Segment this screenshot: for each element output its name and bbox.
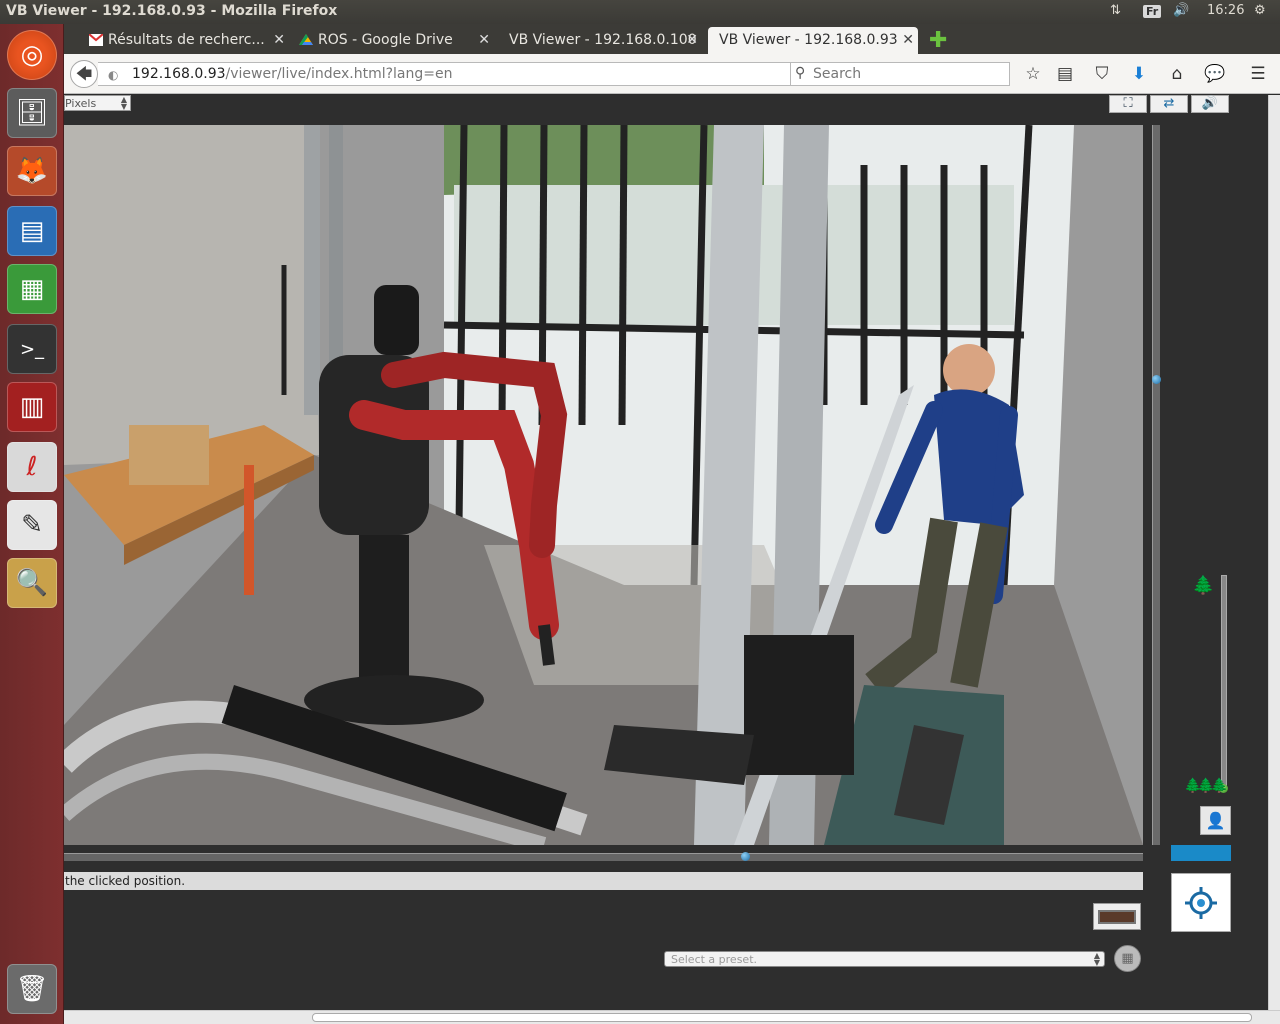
layout-button[interactable] (1093, 903, 1141, 930)
pan-slider[interactable] (64, 852, 1143, 861)
clock[interactable]: 16:26 (1207, 3, 1244, 18)
tilt-slider-knob[interactable] (1152, 375, 1161, 384)
file-manager-icon[interactable]: 🗄 (7, 88, 57, 138)
fullscreen-button[interactable]: ⛶ (1109, 95, 1147, 113)
close-tab-icon[interactable]: ✕ (686, 32, 698, 48)
horizontal-scrollbar[interactable] (64, 1010, 1280, 1024)
url-path: /viewer/live/index.html?lang=en (225, 66, 453, 82)
control-bar[interactable] (1171, 845, 1231, 861)
bookmark-star-icon[interactable]: ☆ (1022, 64, 1044, 84)
preset-placeholder: Select a preset. (671, 953, 758, 966)
vertical-scrollbar[interactable] (1268, 95, 1280, 1010)
viewer-page: Pixels ▲ ▼ ⛶ ⇄ 🔊 the clicked position. 🌲… (64, 95, 1268, 1010)
writer-icon[interactable]: ▤ (7, 206, 57, 256)
calc-icon[interactable]: ▦ (7, 264, 57, 314)
tab-label: VB Viewer - 192.168.0.100 (509, 32, 697, 48)
layout-icon (1098, 909, 1136, 924)
keyboard-layout-indicator[interactable]: Fr (1143, 5, 1162, 18)
url-host: 192.168.0.93 (132, 66, 226, 82)
status-message: the clicked position. (64, 872, 1143, 890)
tab-label: VB Viewer - 192.168.0.93 (719, 32, 898, 48)
network-icon[interactable]: ⇅ (1110, 3, 1121, 18)
horizontal-scroll-thumb[interactable] (312, 1013, 1252, 1022)
size-select-value: Pixels (65, 97, 97, 110)
wide-trees-icon: 🌲🌲🌲 (1184, 778, 1228, 794)
image-viewer-icon[interactable]: 🔍 (7, 558, 57, 608)
pocket-icon[interactable]: ⛉ (1091, 64, 1113, 84)
zoom-slider[interactable] (1219, 575, 1228, 793)
preset-select[interactable]: Select a preset. ▲ ▼ (664, 951, 1105, 967)
search-input[interactable]: ⚲ Search (790, 62, 1010, 86)
window-title: VB Viewer - 192.168.0.93 - Mozilla Firef… (6, 3, 338, 19)
volume-icon[interactable]: 🔊 (1173, 3, 1189, 18)
swap-icon: ⇄ (1163, 96, 1175, 111)
swap-button[interactable]: ⇄ (1150, 95, 1188, 113)
preset-go-button[interactable]: ▦ (1114, 945, 1141, 972)
trash-icon[interactable]: 🗑 (7, 964, 57, 1014)
tab-label: Résultats de recherc... (108, 32, 265, 48)
fullscreen-icon: ⛶ (1123, 96, 1133, 111)
speaker-icon: 🔊 (1201, 96, 1219, 111)
ubuntu-dash-icon[interactable]: ◎ (7, 30, 57, 80)
tab-label: ROS - Google Drive (318, 32, 453, 48)
power-icon[interactable]: ⚙ (1254, 3, 1266, 18)
tab-bar: Résultats de recherc... ✕ ROS - Google Dr… (64, 24, 1280, 54)
chevron-updown-icon: ▲ ▼ (120, 95, 127, 111)
backlight-button[interactable]: 👤 (1200, 806, 1231, 835)
new-tab-button[interactable]: ✚ (929, 28, 947, 53)
live-video[interactable] (64, 125, 1143, 845)
search-placeholder: Search (813, 66, 862, 82)
downloads-icon[interactable]: ⬇ (1128, 64, 1150, 84)
launcher: ◎ 🗄 🦊 ▤ ▦ >_ ▥ ℓ ✎ 🔍 🗑 (0, 24, 64, 1024)
tab-vb-viewer-93[interactable]: VB Viewer - 192.168.0.93 ✕ (708, 27, 918, 54)
size-select[interactable]: Pixels ▲ ▼ (64, 95, 131, 111)
url-bar[interactable]: ◐ 192.168.0.93/viewer/live/index.html?la… (98, 62, 852, 86)
home-icon[interactable]: ⌂ (1166, 64, 1188, 84)
tilt-slider[interactable] (1152, 125, 1161, 845)
close-tab-icon[interactable]: ✕ (902, 32, 914, 48)
bookmarks-menu-icon[interactable]: ▤ (1054, 64, 1076, 84)
close-tab-icon[interactable]: ✕ (273, 32, 285, 48)
camera-feed-image (64, 125, 1143, 845)
back-button[interactable]: 🡄 (70, 60, 98, 88)
terminal-icon[interactable]: >_ (7, 324, 57, 374)
reader-icon[interactable]: ℓ (7, 442, 57, 492)
tele-tree-icon: 🌲 (1192, 575, 1215, 596)
tab-gmail[interactable]: Résultats de recherc... ✕ (84, 27, 289, 54)
tab-drive[interactable]: ROS - Google Drive ✕ (294, 27, 494, 54)
system-top-bar: VB Viewer - 192.168.0.93 - Mozilla Firef… (0, 0, 1280, 24)
search-icon: ⚲ (795, 65, 806, 81)
drive-icon (299, 34, 313, 45)
chevron-updown-icon: ▲ ▼ (1093, 951, 1100, 967)
text-editor-icon[interactable]: ✎ (7, 500, 57, 550)
ptz-center-button[interactable] (1171, 873, 1231, 932)
person-sun-icon: 👤 (1205, 811, 1226, 830)
audio-button[interactable]: 🔊 (1191, 95, 1229, 113)
workspace-icon[interactable]: ▥ (7, 382, 57, 432)
gmail-icon (89, 34, 103, 46)
navigation-toolbar: ◐ 192.168.0.93/viewer/live/index.html?la… (64, 54, 1280, 94)
menu-icon[interactable]: ☰ (1247, 64, 1269, 84)
firefox-icon[interactable]: 🦊 (7, 146, 57, 196)
crosshair-icon (1185, 886, 1217, 919)
chat-icon[interactable]: 💬 (1204, 64, 1226, 84)
site-info-icon[interactable]: ◐ (108, 68, 118, 82)
tab-vb-viewer-100[interactable]: VB Viewer - 192.168.0.100 ✕ (485, 27, 702, 54)
pan-slider-knob[interactable] (741, 852, 750, 861)
grid-icon: ▦ (1121, 951, 1134, 966)
